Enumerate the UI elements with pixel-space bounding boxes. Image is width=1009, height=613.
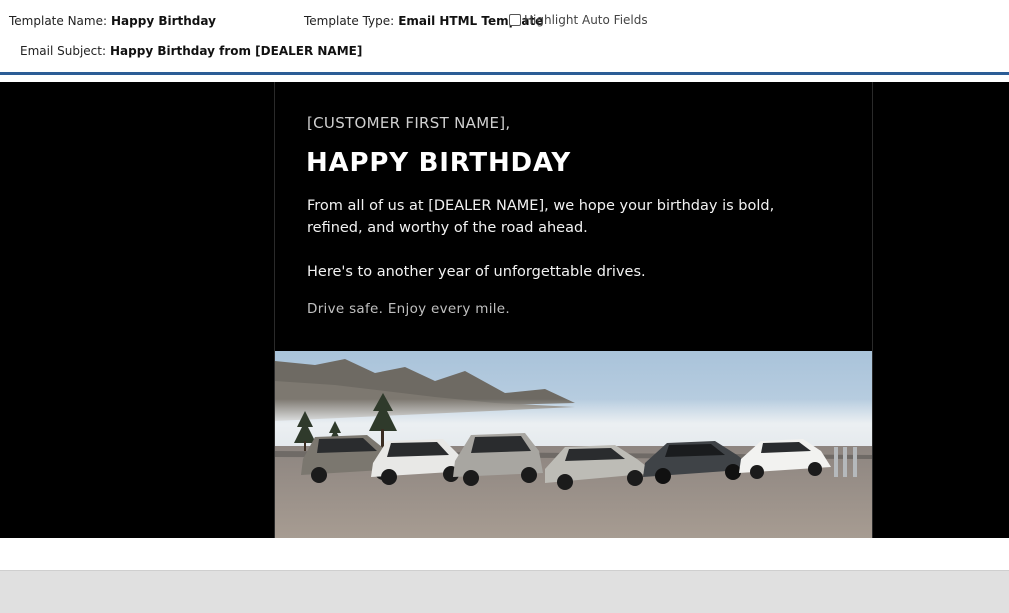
template-header: Template Name: Happy Birthday Template Ty… [0,0,1009,73]
email-subject-label: Email Subject: [20,44,107,58]
template-type-row: Template Type: Email HTML Template [304,13,543,29]
email-subject-value: Happy Birthday from [DEALER NAME] [110,44,363,58]
template-type-label: Template Type: [304,14,395,28]
email-paragraph-1: From all of us at [DEALER NAME], we hope… [307,198,775,236]
email-preview-area: [CUSTOMER FIRST NAME], HAPPY BIRTHDAY Fr… [0,82,1009,538]
template-name-row: Template Name: Happy Birthday [9,13,216,29]
email-signoff: Drive safe. Enjoy every mile. [307,301,510,317]
template-name-value: Happy Birthday [111,14,216,28]
email-paragraph-2: Here's to another year of unforgettable … [307,264,646,280]
highlight-auto-fields-toggle[interactable]: Highlight Auto Fields [509,12,648,28]
email-subject-row: Email Subject: Happy Birthday from [DEALE… [20,43,362,59]
email-headline: HAPPY BIRTHDAY [306,148,571,178]
email-greeting: [CUSTOMER FIRST NAME], [307,114,511,132]
email-body: [CUSTOMER FIRST NAME], HAPPY BIRTHDAY Fr… [274,82,873,538]
page-footer-bar [0,570,1009,613]
highlight-auto-fields-label[interactable]: Highlight Auto Fields [524,13,648,27]
highlight-auto-fields-checkbox[interactable] [509,14,521,26]
template-name-label: Template Name: [9,14,108,28]
header-divider [0,72,1009,75]
hero-car-lineup-image [275,351,872,538]
